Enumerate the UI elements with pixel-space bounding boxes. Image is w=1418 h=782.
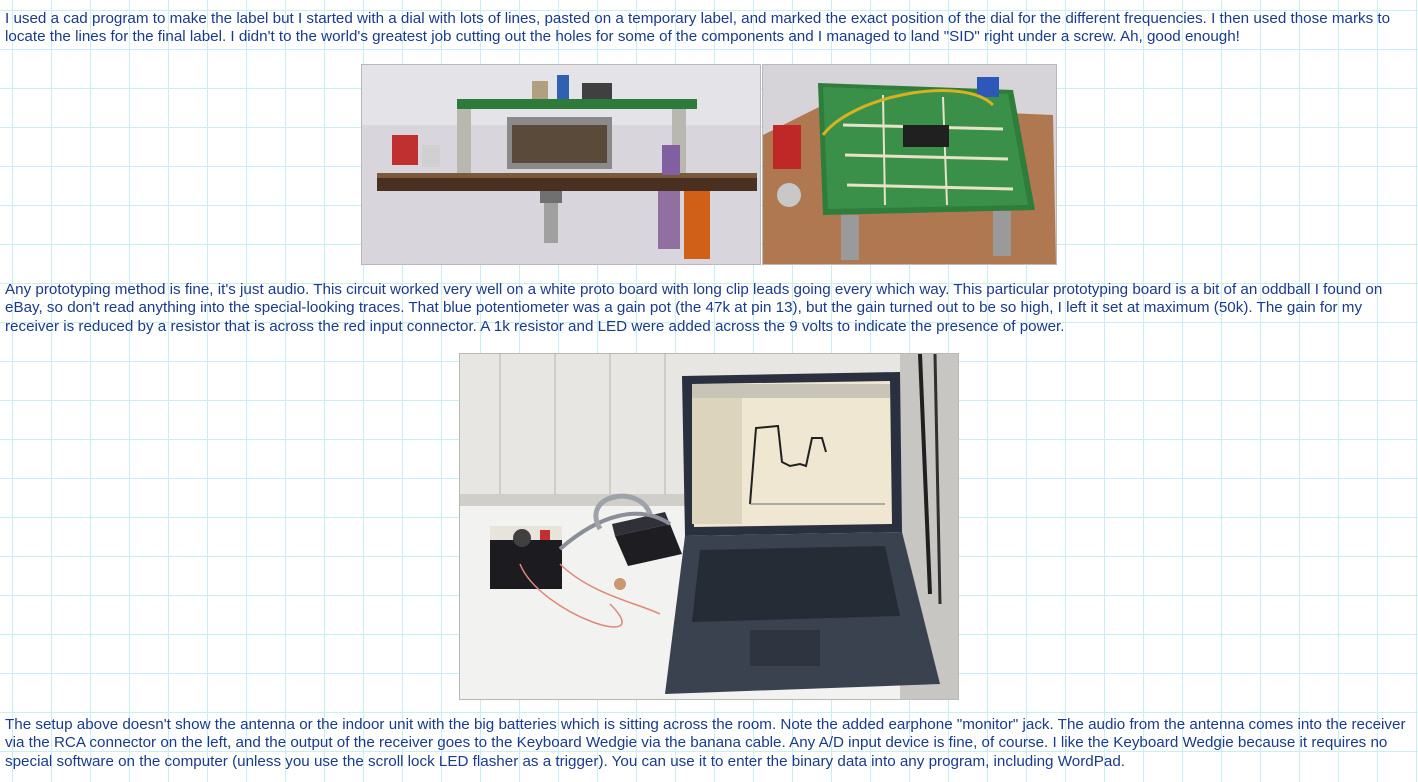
receiver-laptop-setup-photo bbox=[459, 353, 959, 700]
intro-paragraph: I used a cad program to make the label b… bbox=[5, 10, 1391, 46]
circuit-side-view-photo bbox=[361, 64, 761, 265]
prototyping-paragraph: Any prototyping method is fine, it's jus… bbox=[5, 281, 1383, 335]
circuit-top-view-photo bbox=[762, 64, 1057, 265]
setup-paragraph: The setup above doesn't show the antenna… bbox=[5, 716, 1406, 770]
